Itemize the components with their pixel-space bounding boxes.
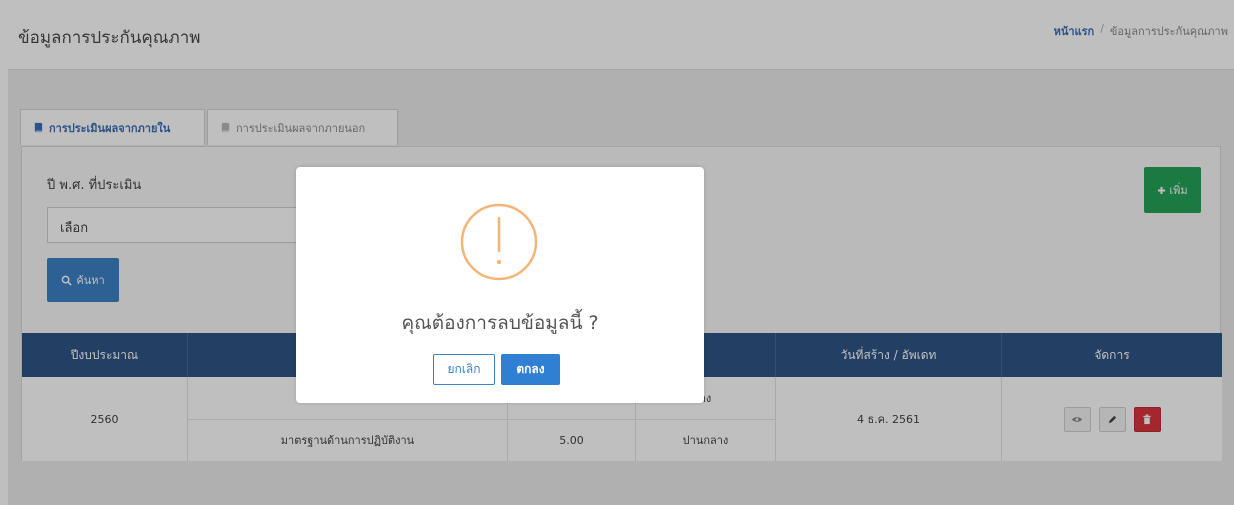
confirm-button[interactable]: ตกลง [501,354,560,385]
dialog-message: คุณต้องการลบข้อมูลนี้ ? [401,312,599,334]
warning-icon [460,203,538,281]
dialog-button-group: ยกเลิก ตกลง [433,354,560,385]
cancel-button[interactable]: ยกเลิก [433,354,495,385]
confirm-delete-dialog: คุณต้องการลบข้อมูลนี้ ? ยกเลิก ตกลง [296,167,704,403]
